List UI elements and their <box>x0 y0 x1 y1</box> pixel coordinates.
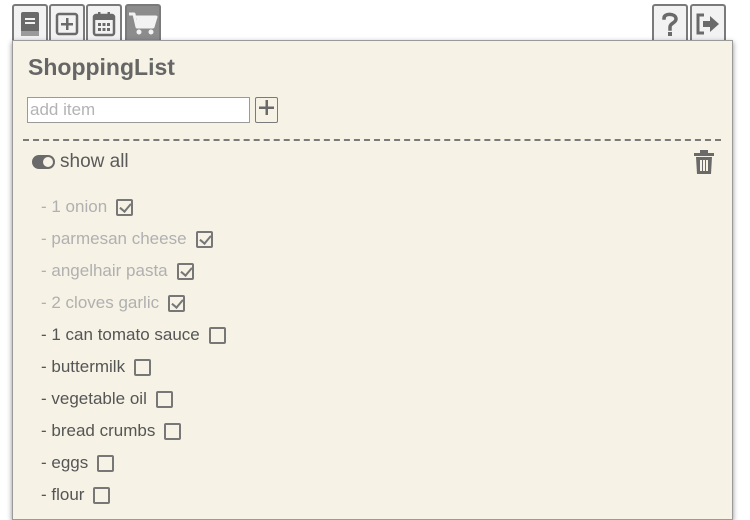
sign-out-icon <box>695 12 721 36</box>
list-item: - flour <box>41 479 226 511</box>
show-all-label: show all <box>60 151 129 172</box>
book-icon <box>19 11 41 37</box>
shopping-cart-icon <box>128 11 158 37</box>
divider <box>23 139 721 141</box>
help-icon <box>660 10 680 38</box>
item-checkbox[interactable] <box>176 262 194 280</box>
list-item: - angelhair pasta <box>41 255 226 287</box>
item-checkbox[interactable] <box>208 326 226 344</box>
shopping-list: - 1 onion - parmesan cheese - angelhair … <box>41 191 226 511</box>
item-label: - eggs <box>41 453 89 472</box>
item-checkbox[interactable] <box>93 486 111 504</box>
item-checkbox[interactable] <box>97 454 115 472</box>
clear-list-button[interactable] <box>693 150 715 174</box>
item-label: - 2 cloves garlic <box>41 293 160 312</box>
item-label: - flour <box>41 485 85 504</box>
item-checkbox[interactable] <box>155 390 173 408</box>
tab-calendar[interactable] <box>86 4 122 42</box>
toggle-knob <box>43 157 53 167</box>
list-item: - bread crumbs <box>41 415 226 447</box>
shopping-list-panel: ShoppingList show all - 1 onio <box>12 40 733 520</box>
list-item: - vegetable oil <box>41 383 226 415</box>
list-item: - 2 cloves garlic <box>41 287 226 319</box>
plus-square-icon <box>55 12 79 36</box>
tab-add-recipe[interactable] <box>49 4 85 42</box>
add-item-input[interactable] <box>27 97 250 123</box>
help-button[interactable] <box>652 4 688 42</box>
item-label: - angelhair pasta <box>41 261 168 280</box>
item-checkbox[interactable] <box>195 230 213 248</box>
item-checkbox[interactable] <box>164 422 182 440</box>
tab-shopping-list[interactable] <box>125 4 161 42</box>
list-item: - 1 can tomato sauce <box>41 319 226 351</box>
item-label: - parmesan cheese <box>41 229 187 248</box>
item-label: - vegetable oil <box>41 389 147 408</box>
item-label: - buttermilk <box>41 357 126 376</box>
item-checkbox[interactable] <box>116 198 134 216</box>
list-item: - eggs <box>41 447 226 479</box>
calendar-icon <box>92 11 116 37</box>
item-label: - 1 onion <box>41 197 108 216</box>
item-label: - 1 can tomato sauce <box>41 325 200 344</box>
plus-icon <box>259 100 274 120</box>
item-checkbox[interactable] <box>168 294 186 312</box>
show-all-toggle[interactable] <box>32 155 55 169</box>
trash-icon <box>693 150 715 178</box>
add-item-button[interactable] <box>255 97 278 123</box>
list-item: - parmesan cheese <box>41 223 226 255</box>
page-title: ShoppingList <box>28 54 175 80</box>
list-item: - 1 onion <box>41 191 226 223</box>
tab-recipes[interactable] <box>12 4 48 42</box>
item-label: - bread crumbs <box>41 421 156 440</box>
list-item: - buttermilk <box>41 351 226 383</box>
logout-button[interactable] <box>690 4 726 42</box>
item-checkbox[interactable] <box>134 358 152 376</box>
